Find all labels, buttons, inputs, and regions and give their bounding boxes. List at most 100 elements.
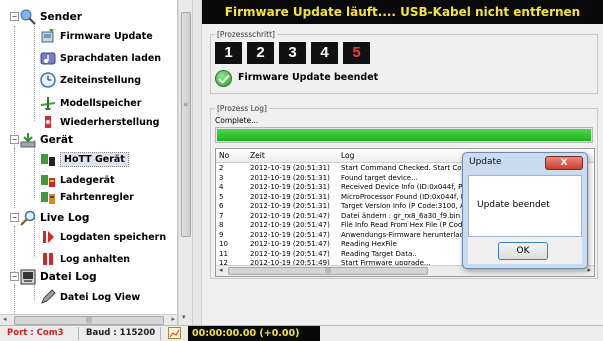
cell-no: 11 [219, 249, 228, 258]
status-banner: Firmware Update läuft.... USB-Kabel nich… [202, 0, 603, 24]
tree-item-firmware-update[interactable]: Firmware Update [40, 27, 153, 45]
tree-item-modellspeicher[interactable]: Modellspeicher [40, 94, 141, 112]
scroll-left-arrow-icon[interactable]: ◂ [3, 315, 7, 323]
cell-no: 8 [219, 221, 224, 229]
file-log-icon [20, 269, 36, 285]
grip-icon: ≡ [183, 101, 189, 108]
tree-item-sprachdaten-laden[interactable]: Sprachdaten laden [40, 49, 161, 67]
tree-item-fahrtenregler[interactable]: Fahrtenregler [40, 188, 134, 206]
status-divider [160, 327, 161, 340]
ok-button[interactable]: OK [498, 242, 548, 260]
column-header-zeit[interactable]: Zeit [250, 151, 340, 160]
collapse-toggle[interactable]: − [10, 213, 19, 222]
dialog-message: Update beendet [477, 200, 550, 210]
tree-item-ladegeraet[interactable]: Ladegerät [40, 171, 115, 189]
step-3: 3 [279, 42, 306, 64]
scroll-right-arrow-icon[interactable]: ▸ [171, 315, 175, 323]
cell-no: 4 [219, 183, 224, 191]
step-1: 1 [215, 42, 242, 64]
speed-controller-icon [40, 189, 56, 205]
scroll-left-arrow-icon[interactable]: ◂ [219, 266, 223, 274]
scroll-down-arrow-icon[interactable]: ▾ [182, 313, 186, 321]
chart-icon[interactable] [168, 327, 181, 339]
music-note-icon [40, 50, 56, 66]
status-divider [78, 327, 79, 340]
tree-label: Firmware Update [60, 30, 153, 42]
close-button[interactable]: X [545, 156, 583, 170]
port-status: Port : Com3 [7, 328, 64, 338]
tree-item-log-anhalten[interactable]: Log anhalten [40, 250, 130, 268]
cell-no: 5 [219, 192, 224, 201]
cell-no: 10 [219, 240, 228, 248]
main-panel: Firmware Update läuft.... USB-Kabel nich… [202, 0, 603, 325]
restore-icon [40, 114, 56, 130]
cell-zeit: 2012-10-19 (20:51:31) [250, 164, 330, 172]
tree-label: Ladegerät [60, 174, 115, 186]
timer-display: 00:00:00.00 (+0.00) [188, 326, 320, 341]
tree-label: Live Log [40, 212, 90, 224]
tree-horizontal-scrollbar[interactable]: ◂ ||| ▸ [0, 314, 177, 325]
cell-zeit: 2012-10-19 (20:51:31) [250, 183, 330, 191]
tree-node-live-log[interactable]: Live Log [20, 209, 89, 227]
tree-node-sender[interactable]: Sender [20, 8, 82, 26]
scroll-thumb[interactable]: ||| [228, 267, 428, 275]
collapse-toggle[interactable]: − [10, 135, 19, 144]
step-4: 4 [311, 42, 338, 64]
tree-item-hott-geraet[interactable]: HoTT Gerät [40, 150, 129, 168]
dialog-body: Update beendet [468, 175, 582, 237]
collapse-toggle[interactable]: − [10, 272, 19, 281]
cell-zeit: 2012-10-19 (20:51:31) [250, 192, 330, 201]
tree-item-wiederherstellung[interactable]: Wiederherstellung [40, 113, 159, 131]
tree-node-datei-log[interactable]: Datei Log [20, 268, 97, 286]
update-dialog: Update X Update beendet OK [462, 152, 588, 269]
prozesslog-title: [Prozess Log] [215, 104, 269, 113]
stop-icon [40, 251, 56, 267]
cell-zeit: 2012-10-19 (20:51:31) [250, 173, 330, 182]
pen-view-icon [40, 289, 56, 305]
status-bar: Port : Com3 Baud : 115200 00:00:00.00 (+… [0, 325, 603, 341]
scroll-thumb[interactable] [181, 12, 191, 237]
scroll-right-arrow-icon[interactable]: ▸ [587, 266, 591, 274]
cell-zeit: 2012-10-19 (20:51:47) [250, 221, 330, 229]
tree-label: Wiederherstellung [60, 116, 160, 128]
dialog-title: Update [469, 157, 502, 167]
step-5: 5 [343, 42, 370, 64]
step-2: 2 [247, 42, 274, 64]
cell-no: 7 [219, 211, 224, 220]
baud-status: Baud : 115200 [86, 328, 156, 338]
tree-item-zeiteinstellung[interactable]: Zeiteinstellung [40, 71, 141, 89]
cell-zeit: 2012-10-19 (20:51:47) [250, 211, 330, 220]
step-indicator: 1 2 3 4 5 [215, 42, 370, 64]
navigation-tree: Sender − Firmware Update Sprachdaten lad… [0, 0, 178, 325]
tree-item-datei-log-view[interactable]: Datei Log View [40, 288, 140, 306]
cell-no: 2 [219, 164, 224, 172]
log-status-text: Complete... [215, 116, 259, 125]
tree-label: Zeiteinstellung [60, 74, 142, 86]
cell-no: 9 [219, 230, 224, 239]
column-header-no[interactable]: No [219, 151, 243, 160]
cell-no: 3 [219, 173, 224, 182]
dialog-footer: OK [468, 237, 582, 264]
tree-node-geraet[interactable]: Gerät [20, 131, 73, 149]
tree-item-logdaten-speichern[interactable]: Logdaten speichern [40, 228, 166, 246]
model-memory-icon [40, 95, 56, 111]
tree-label: Fahrtenregler [60, 191, 134, 203]
hott-device-icon [40, 151, 56, 167]
device-download-icon [20, 132, 36, 148]
progress-fill [217, 129, 591, 141]
cell-zeit: 2012-10-19 (20:51:31) [250, 202, 330, 210]
tree-label: Datei Log View [60, 291, 141, 303]
pane-splitter[interactable] [192, 0, 202, 325]
cell-no: 6 [219, 202, 224, 210]
scroll-thumb[interactable]: ||| [14, 316, 164, 325]
cell-zeit: 2012-10-19 (20:51:47) [250, 249, 330, 258]
magnifier-icon [20, 210, 36, 226]
done-message: Firmware Update beendet [238, 72, 379, 83]
tree-vertical-scrollbar[interactable]: ≡ ▾ [178, 0, 192, 325]
tree-label: Gerät [40, 134, 74, 146]
tree-label: Modellspeicher [60, 97, 142, 109]
tree-label: Sprachdaten laden [60, 52, 162, 64]
cell-zeit: 2012-10-19 (20:51:47) [250, 230, 330, 239]
collapse-toggle[interactable]: − [10, 12, 19, 21]
checkmark-icon [215, 70, 232, 87]
